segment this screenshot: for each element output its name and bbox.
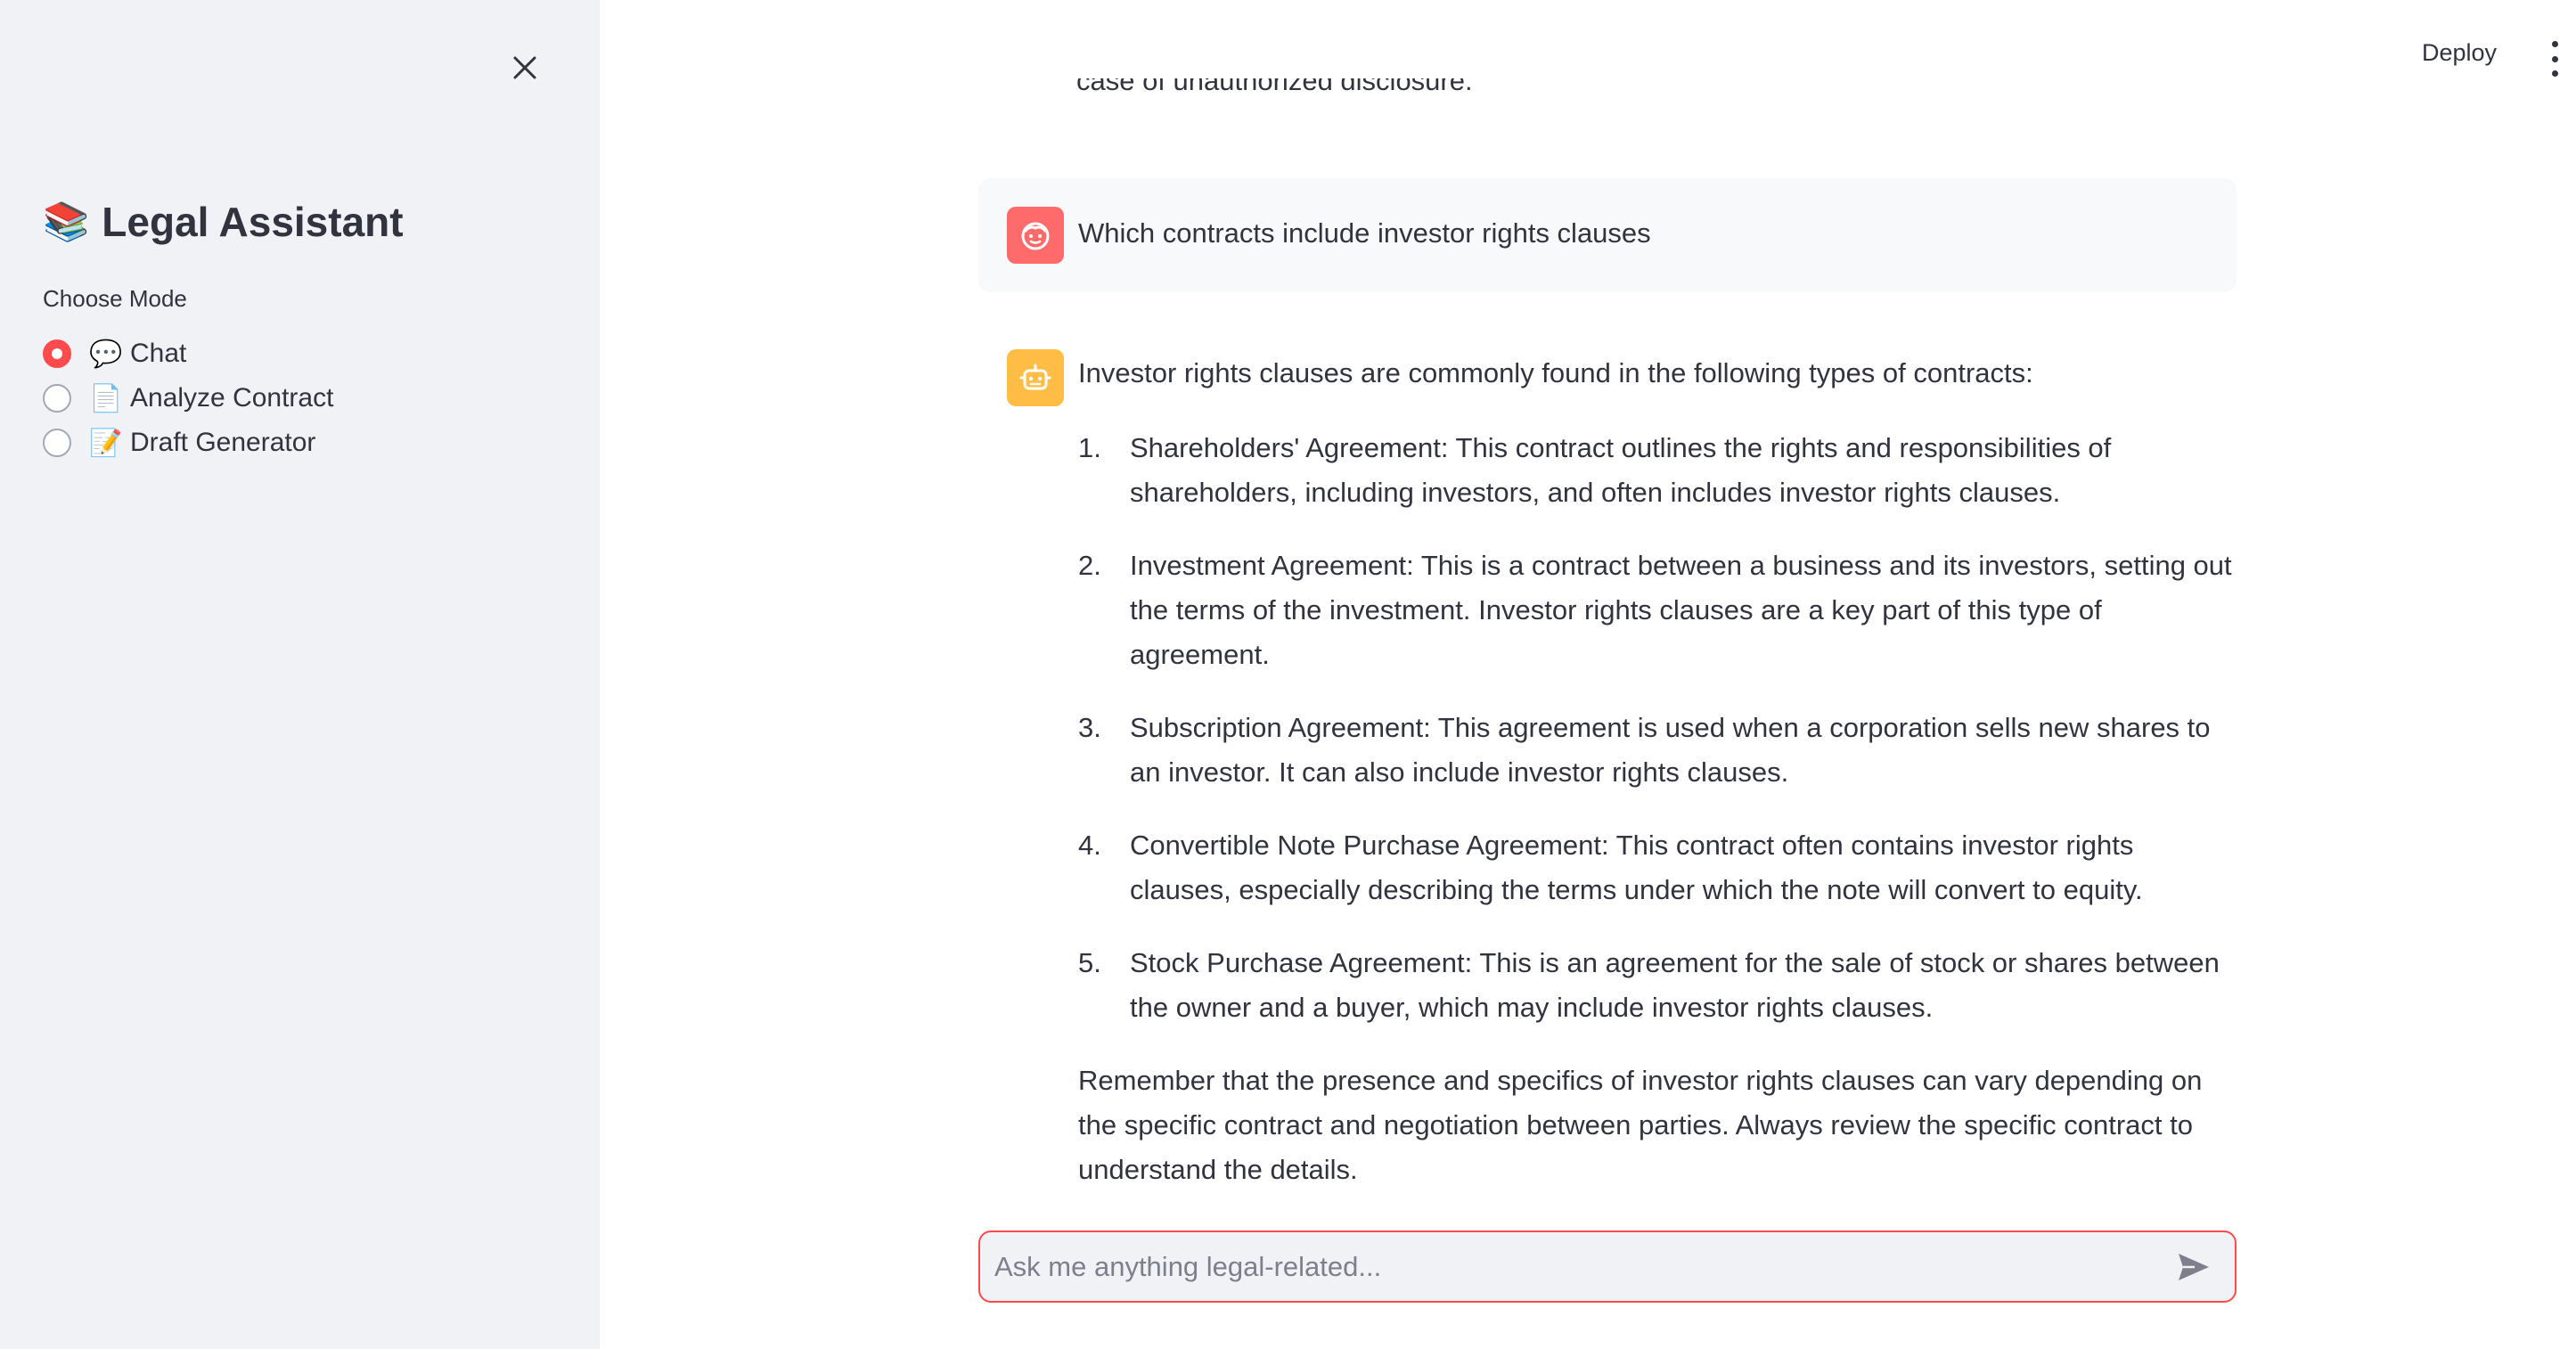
menu-dot <box>2551 70 2558 77</box>
send-button[interactable] <box>2167 1240 2220 1294</box>
menu-dot <box>2551 55 2558 62</box>
more-vertical-icon[interactable] <box>2544 41 2565 77</box>
radio-button-draft-generator[interactable] <box>43 429 71 457</box>
mode-option-label: Draft Generator <box>130 428 316 457</box>
sidebar-title: 📚 Legal Assistant <box>43 198 404 246</box>
memo-icon: 📝 <box>89 428 123 458</box>
user-face-icon <box>1021 222 1050 250</box>
assistant-message: Investor rights clauses are commonly fou… <box>1078 349 2237 1192</box>
mode-option-chat[interactable]: 💬 Chat <box>43 331 333 376</box>
list-item-number: 4. <box>1078 830 1101 861</box>
assistant-intro-text: Investor rights clauses are commonly fou… <box>1078 357 2033 388</box>
user-avatar <box>1007 207 1064 264</box>
list-item-number: 3. <box>1078 712 1101 743</box>
list-item: 3. Subscription Agreement: This agreemen… <box>1078 706 2237 795</box>
list-item-text: Shareholders' Agreement: This contract o… <box>1130 432 2112 508</box>
speech-bubble-icon: 💬 <box>89 339 123 369</box>
deploy-button[interactable]: Deploy <box>2422 39 2497 67</box>
list-item: 4. Convertible Note Purchase Agreement: … <box>1078 823 2237 912</box>
list-item-number: 5. <box>1078 947 1101 978</box>
list-item: 5. Stock Purchase Agreement: This is an … <box>1078 941 2237 1030</box>
assistant-answer-list: 1. Shareholders' Agreement: This contrac… <box>1078 426 2237 1030</box>
list-item-text: Subscription Agreement: This agreement i… <box>1130 712 2211 788</box>
mode-option-analyze-contract[interactable]: 📄 Analyze Contract <box>43 376 333 421</box>
list-item-text: Convertible Note Purchase Agreement: Thi… <box>1130 830 2143 905</box>
books-icon: 📚 <box>43 200 90 242</box>
list-item: 1. Shareholders' Agreement: This contrac… <box>1078 426 2237 515</box>
user-message: Which contracts include investor rights … <box>978 178 2237 292</box>
mode-radio-group: 💬 Chat 📄 Analyze Contract 📝 Draft Genera… <box>43 331 333 465</box>
list-item: 2. Investment Agreement: This is a contr… <box>1078 544 2237 677</box>
send-icon <box>2179 1253 2209 1280</box>
mode-label: Choose Mode <box>43 285 187 312</box>
previous-message-partial: case of unauthorized disclosure. <box>1076 78 1473 114</box>
previous-message-text: case of unauthorized disclosure. <box>1076 78 1473 96</box>
list-item-number: 2. <box>1078 550 1101 581</box>
user-message-text: Which contracts include investor rights … <box>1078 217 1651 249</box>
chat-input-container <box>978 1230 2237 1303</box>
menu-dot <box>2551 41 2558 47</box>
chat-input[interactable] <box>980 1232 2167 1301</box>
assistant-avatar <box>1007 349 1064 406</box>
mode-option-label: Chat <box>130 339 187 368</box>
list-item-number: 1. <box>1078 432 1101 463</box>
list-item-text: Stock Purchase Agreement: This is an agr… <box>1130 947 2220 1023</box>
sidebar: 📚 Legal Assistant Choose Mode 💬 Chat 📄 A… <box>0 0 600 1349</box>
mode-option-draft-generator[interactable]: 📝 Draft Generator <box>43 421 333 465</box>
robot-icon <box>1019 364 1051 390</box>
close-sidebar-button[interactable] <box>502 45 548 91</box>
list-item-text: Investment Agreement: This is a contract… <box>1130 550 2232 670</box>
radio-button-chat[interactable] <box>43 339 71 368</box>
document-icon: 📄 <box>89 383 123 413</box>
app-root: 📚 Legal Assistant Choose Mode 💬 Chat 📄 A… <box>0 0 2576 1349</box>
assistant-outro-text: Remember that the presence and specifics… <box>1078 1065 2203 1185</box>
mode-option-label: Analyze Contract <box>130 383 334 413</box>
radio-button-analyze-contract[interactable] <box>43 384 71 413</box>
close-icon <box>513 56 536 79</box>
sidebar-title-text: Legal Assistant <box>102 199 404 245</box>
